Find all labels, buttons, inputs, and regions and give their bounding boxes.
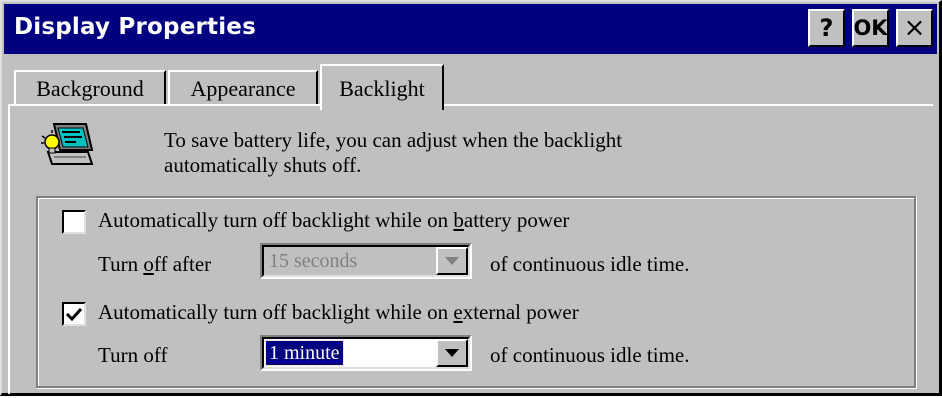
- panel-edge: [8, 104, 10, 394]
- chevron-down-icon: [445, 349, 459, 357]
- external-turn-off-label: Turn off: [98, 343, 168, 367]
- battery-idle-suffix: of continuous idle time.: [490, 252, 690, 276]
- close-button[interactable]: ×: [896, 9, 933, 47]
- backlight-description: To save battery life, you can adjust whe…: [164, 128, 623, 177]
- tab-backlight[interactable]: Backlight: [320, 64, 444, 110]
- external-power-label[interactable]: Automatically turn off backlight while o…: [98, 300, 579, 325]
- battery-turn-off-label: Turn off after: [98, 252, 212, 276]
- external-timeout-dropdown-button[interactable]: [436, 339, 468, 367]
- tab-appearance[interactable]: Appearance: [168, 70, 318, 106]
- battery-timeout-dropdown-button[interactable]: [436, 247, 468, 275]
- chevron-down-icon: [445, 257, 459, 265]
- battery-power-label[interactable]: Automatically turn off backlight while o…: [98, 208, 569, 233]
- help-button[interactable]: ?: [808, 9, 845, 47]
- tab-background[interactable]: Background: [14, 70, 166, 106]
- external-power-checkbox[interactable]: [62, 302, 86, 326]
- external-timeout-select[interactable]: 1 minute: [260, 335, 472, 371]
- battery-timeout-value: 15 seconds: [269, 250, 358, 272]
- title-bar[interactable]: Display Properties ? OK ×: [4, 4, 937, 54]
- close-icon: ×: [903, 13, 926, 43]
- external-idle-suffix: of continuous idle time.: [490, 343, 690, 367]
- battery-power-checkbox[interactable]: [62, 210, 86, 234]
- checkmark-icon: [65, 307, 83, 322]
- backlight-icon: [41, 123, 94, 165]
- external-timeout-value: 1 minute: [265, 340, 344, 366]
- window-title: Display Properties: [14, 14, 257, 40]
- battery-timeout-select[interactable]: 15 seconds: [260, 243, 472, 279]
- ok-button[interactable]: OK: [852, 9, 889, 47]
